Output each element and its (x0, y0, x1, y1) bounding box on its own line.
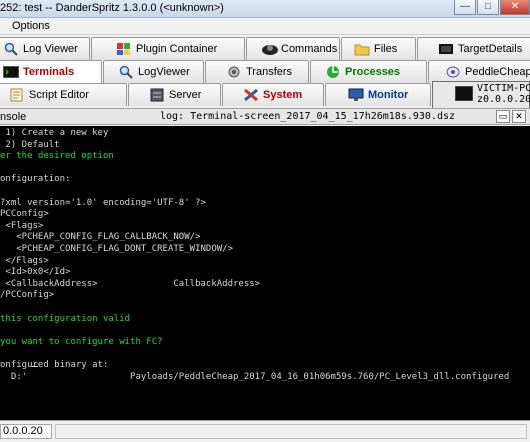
console-line: /PCConfig> (0, 290, 55, 301)
tab-label: System (263, 89, 303, 101)
tab-commands[interactable]: Commands (246, 37, 340, 60)
terminal-icon (455, 86, 473, 101)
restore-button[interactable]: ▭ (496, 110, 510, 123)
console-label: nsole (0, 111, 27, 123)
tab-label: Log Viewer (23, 43, 78, 55)
console-line: D:' Payloads/PeddleCheap_2017_04_16_01h0… (0, 371, 510, 382)
peddlecheap-icon (445, 65, 461, 79)
victim-tab-label-line1: VICTIM-PC (477, 83, 530, 94)
transfers-icon (226, 65, 242, 79)
tab-label: Server (169, 89, 202, 101)
server-icon (149, 88, 165, 102)
console-line: <PCHEAP_CONFIG_FLAG_CALLBACK_NOW/> (0, 232, 201, 243)
log-file-name: log: Terminal-screen_2017_04_15_17h26m18… (160, 111, 456, 122)
minimize-button[interactable]: — (454, 0, 476, 15)
tab-server[interactable]: Server (128, 83, 221, 106)
console-line: er the desired option (0, 151, 114, 162)
puzzle-icon (116, 42, 132, 56)
console-line: </Flags> (0, 255, 49, 266)
tab-log-viewer[interactable]: Log Viewer (0, 37, 90, 60)
tab-label: Commands (281, 43, 338, 55)
status-ip-field[interactable]: 0.0.0.20 (0, 424, 52, 439)
script-editor-icon (9, 88, 25, 102)
tab-files[interactable]: Files (341, 37, 416, 60)
tab-label: Processes (345, 66, 401, 78)
menu-options[interactable]: Options (12, 20, 50, 32)
console-line: PCConfig> (0, 209, 49, 220)
magnifier-icon (3, 42, 19, 56)
magnifier-icon (118, 65, 134, 79)
tab-label: Plugin Container (136, 43, 218, 55)
console-line: ?xml version='1.0' encoding='UTF-8' ?> (0, 197, 206, 208)
monitor-icon (348, 88, 364, 102)
tab-monitor[interactable]: Monitor (325, 83, 431, 106)
console-line: onfigured binary at: (0, 360, 109, 370)
close-console-button[interactable]: ✕ (512, 110, 526, 123)
tab-row-1: Log Viewer Plugin Container Commands Fil… (0, 37, 530, 60)
tab-transfers[interactable]: Transfers (205, 60, 309, 83)
tab-label: Script Editor (29, 89, 89, 101)
tab-label: LogViewer (138, 66, 190, 78)
tab-script-editor[interactable]: Script Editor (0, 83, 127, 106)
tab-victim-pc[interactable]: VICTIM-PC z0.0.0.20 (432, 81, 530, 108)
tab-label: Monitor (368, 89, 409, 101)
console-line: <PCHEAP_CONFIG_FLAG_DONT_CREATE_WINDOW/> (0, 244, 233, 254)
status-bar: 0.0.0.20 (0, 420, 530, 442)
close-button[interactable]: ✕ (500, 0, 530, 15)
terminal-icon (3, 65, 19, 79)
terminal-console[interactable]: 1) Create a new key 2) Default er the des… (0, 126, 530, 420)
console-line: <Id>0x0</Id> (0, 267, 71, 278)
tab-logviewer[interactable]: LogViewer (103, 60, 204, 83)
window-title: 252: test -- DanderSpritz 1.3.0.0 (<unkn… (0, 2, 224, 14)
victim-tab-label-line2: z0.0.0.20 (477, 94, 530, 105)
console-line: <CallbackAddress> CallbackAddress> (0, 278, 261, 289)
maximize-button[interactable]: □ (477, 0, 499, 15)
console-line: this configuration valid (0, 313, 131, 324)
tools-icon (243, 88, 259, 102)
window-controls: — □ ✕ (453, 0, 530, 18)
tab-processes[interactable]: Processes (310, 60, 427, 83)
commands-icon (261, 42, 278, 56)
processes-icon (325, 65, 341, 79)
tab-peddlecheap[interactable]: PeddleCheap (428, 60, 530, 83)
tab-row-2: Terminals LogViewer Transfers Processes … (0, 60, 530, 83)
console-line: you want to configure with FC? (0, 336, 163, 347)
menu-bar: Options (0, 18, 530, 35)
tab-terminals[interactable]: Terminals (0, 60, 102, 83)
tab-label: Transfers (246, 66, 293, 78)
tab-system[interactable]: System (222, 83, 324, 106)
console-header-buttons: ▭ ✕ (496, 110, 526, 123)
tab-label: Files (374, 43, 398, 55)
tab-target-details[interactable]: TargetDetails (417, 37, 530, 60)
tab-plugin-container[interactable]: Plugin Container (91, 37, 245, 60)
tab-label: Terminals (23, 66, 75, 78)
console-line: 2) Default (0, 139, 60, 150)
tab-label: PeddleCheap (465, 66, 530, 78)
target-details-icon (438, 42, 454, 56)
tab-label: TargetDetails (458, 43, 523, 55)
console-line: onfiguration: (0, 174, 71, 185)
console-header: nsole log: Terminal-screen_2017_04_15_17… (0, 108, 530, 125)
title-bar: 252: test -- DanderSpritz 1.3.0.0 (<unkn… (0, 0, 530, 18)
console-line: 1) Create a new key (0, 128, 109, 138)
console-line: <Flags> (0, 220, 44, 231)
status-field (55, 424, 527, 439)
folder-icon (354, 42, 370, 56)
